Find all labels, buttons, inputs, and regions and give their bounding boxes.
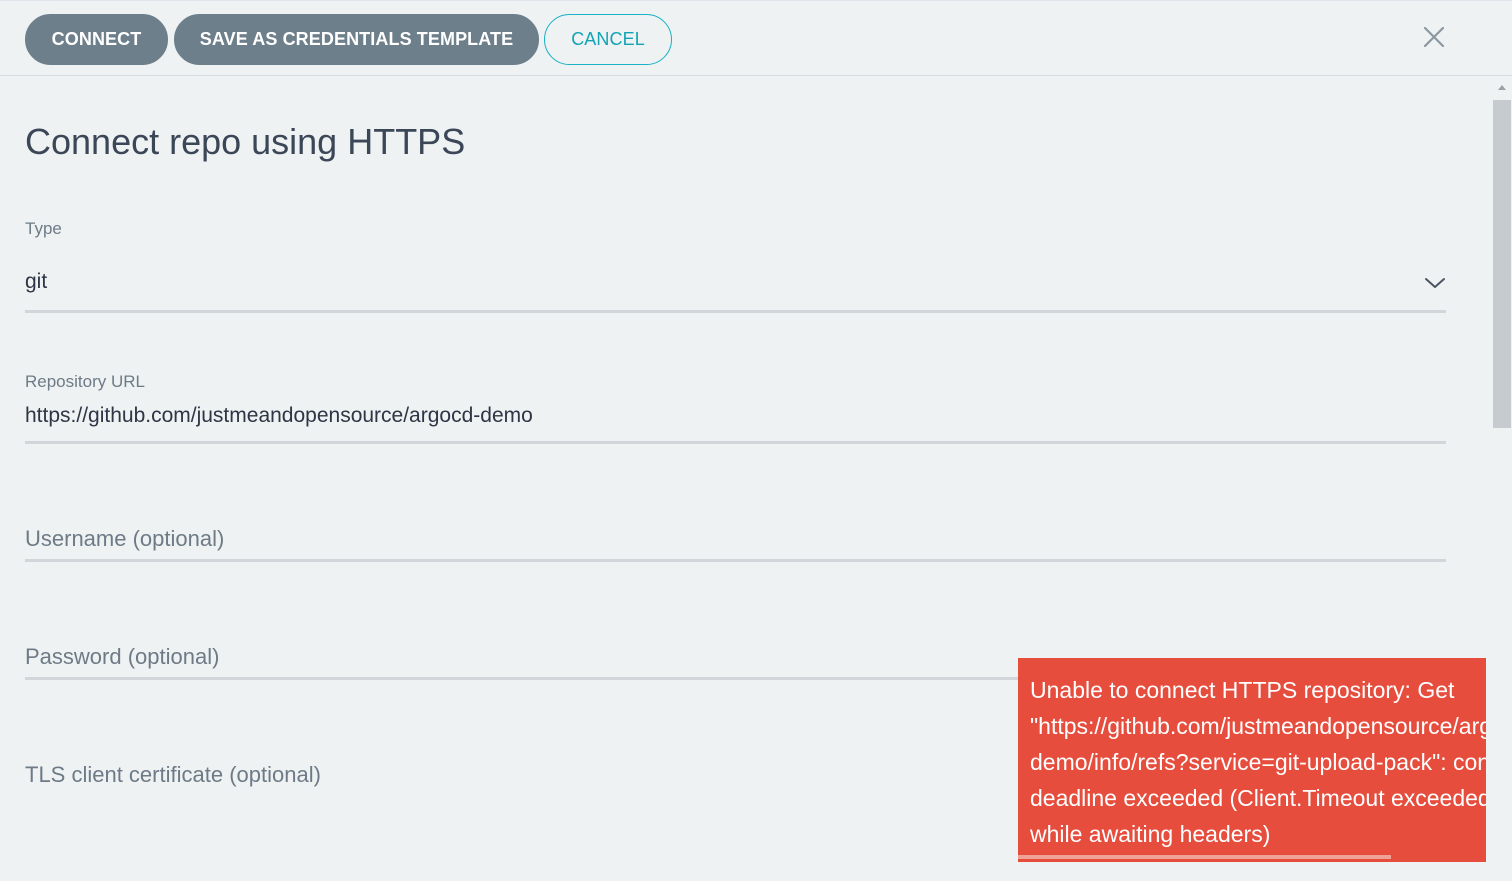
toast-line: while awaiting headers)	[1030, 821, 1271, 847]
chevron-down-icon[interactable]	[1424, 276, 1446, 290]
close-icon[interactable]	[1420, 23, 1448, 51]
toolbar: CONNECT SAVE AS CREDENTIALS TEMPLATE CAN…	[0, 0, 1512, 76]
error-toast[interactable]: Unable to connect HTTPS repository: Get …	[1018, 658, 1486, 862]
scroll-up-arrow-icon[interactable]	[1498, 85, 1506, 90]
scrollbar-thumb[interactable]	[1493, 100, 1511, 428]
type-select[interactable]: git	[25, 270, 47, 294]
toast-line: Unable to connect HTTPS repository: Get	[1030, 677, 1455, 703]
toast-line: "https://github.com/justmeandopensource/…	[1030, 713, 1486, 739]
type-underline	[25, 310, 1446, 313]
type-label: Type	[25, 219, 62, 238]
repository-url-input[interactable]: https://github.com/justmeandopensource/a…	[25, 404, 533, 428]
toast-line: demo/info/refs?service=git-upload-pack":…	[1030, 749, 1486, 775]
cancel-button[interactable]: CANCEL	[544, 14, 672, 65]
page-title: Connect repo using HTTPS	[25, 121, 466, 162]
password-input[interactable]: Password (optional)	[25, 644, 219, 670]
scrollbar[interactable]	[1492, 76, 1512, 881]
repository-url-underline	[25, 441, 1446, 444]
repository-url-label: Repository URL	[25, 372, 145, 391]
toast-line: deadline exceeded (Client.Timeout exceed…	[1030, 785, 1486, 811]
username-input[interactable]: Username (optional)	[25, 526, 224, 552]
toast-progress-bar	[1018, 855, 1391, 859]
tls-client-certificate-input[interactable]: TLS client certificate (optional)	[25, 762, 321, 788]
username-underline	[25, 559, 1446, 562]
connect-button[interactable]: CONNECT	[25, 14, 168, 65]
save-as-credentials-template-button[interactable]: SAVE AS CREDENTIALS TEMPLATE	[174, 14, 539, 65]
